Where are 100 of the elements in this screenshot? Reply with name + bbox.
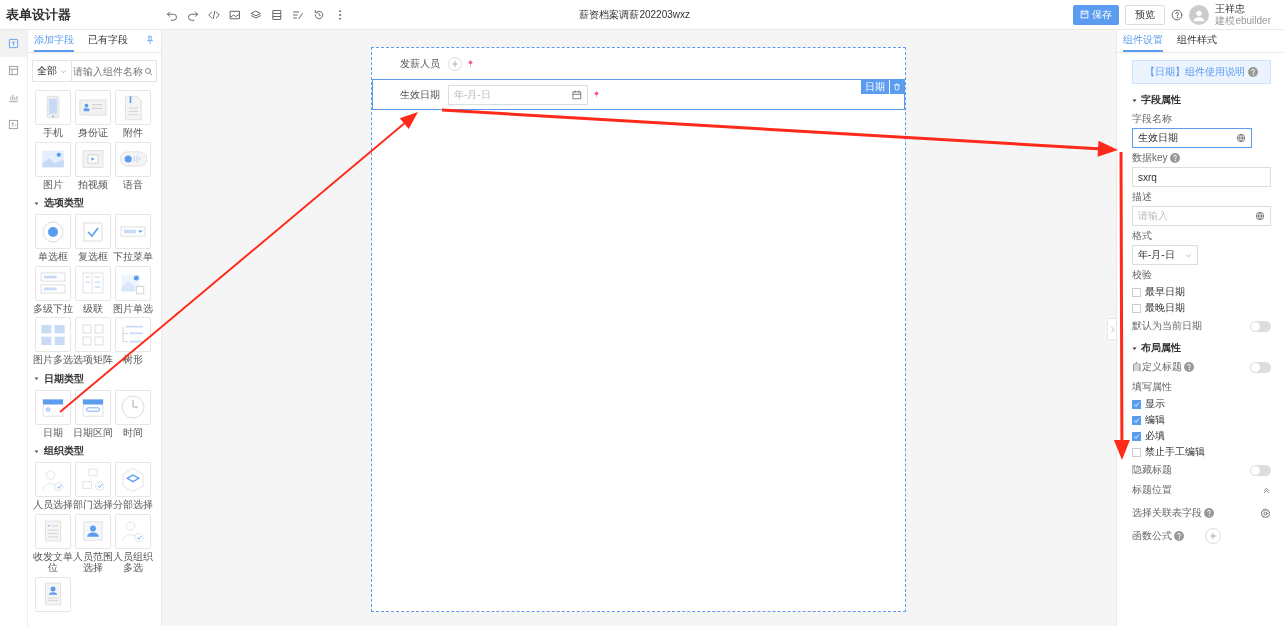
setting-label: 隐藏标题	[1132, 463, 1172, 477]
help-icon[interactable]	[1171, 8, 1184, 21]
collapse-caret-icon[interactable]	[34, 448, 39, 454]
field-tile[interactable]	[115, 141, 151, 177]
field-label: 生效日期	[400, 87, 441, 102]
save-icon[interactable]	[1080, 10, 1090, 19]
checkbox[interactable]	[1132, 303, 1141, 313]
field-tile-label: 下拉菜单	[113, 251, 153, 263]
field-tile-label: 附件	[122, 127, 144, 139]
field-tile[interactable]	[35, 513, 71, 549]
redo-icon[interactable]	[187, 8, 199, 21]
section-title: 布局属性	[1141, 341, 1181, 355]
setting-label: 格式	[1132, 229, 1152, 243]
text-field[interactable]: sxrq	[1132, 167, 1271, 187]
field-tile[interactable]	[115, 513, 151, 549]
collapse-handle[interactable]	[1107, 318, 1116, 340]
chevron-up-icon[interactable]	[1262, 485, 1271, 495]
field-tile[interactable]	[35, 576, 71, 612]
layers-icon[interactable]	[250, 8, 262, 21]
sidebar-tab[interactable]	[0, 30, 27, 57]
text-field[interactable]: 生效日期	[1132, 128, 1252, 148]
field-tile-label: 人员范围选择	[73, 550, 113, 574]
text-icon[interactable]	[8, 119, 19, 130]
collapse-caret-icon[interactable]	[34, 376, 39, 381]
help-icon[interactable]	[1204, 508, 1214, 518]
panel-tab[interactable]: 组件样式	[1177, 30, 1217, 52]
help-icon[interactable]	[1184, 362, 1194, 372]
field-tile[interactable]	[35, 141, 71, 177]
checkbox-icon	[83, 221, 103, 242]
collapse-caret-icon[interactable]	[1132, 345, 1137, 351]
format-select[interactable]: 年-月-日	[1132, 245, 1198, 265]
form-icon[interactable]	[8, 38, 19, 49]
database-icon[interactable]	[271, 8, 283, 21]
field-tile[interactable]	[35, 265, 71, 301]
search-icon[interactable]	[144, 66, 153, 76]
collapse-caret-icon[interactable]	[34, 200, 39, 206]
add-button[interactable]	[1205, 528, 1221, 544]
globe-icon[interactable]	[1236, 133, 1246, 143]
field-tile[interactable]	[75, 462, 111, 497]
field-tile[interactable]	[75, 265, 111, 301]
field-tile[interactable]	[35, 389, 71, 425]
pin-icon[interactable]	[145, 35, 155, 45]
field-tile-label: 收发文单位	[33, 550, 73, 574]
checkbox[interactable]	[1132, 431, 1141, 441]
field-tile[interactable]	[35, 462, 71, 497]
field-tile[interactable]	[35, 214, 71, 249]
avatar[interactable]	[1189, 4, 1210, 25]
caret-icon[interactable]	[60, 67, 67, 75]
user-org: 建模ebuilder	[1215, 14, 1271, 26]
help-icon[interactable]	[1174, 531, 1184, 541]
field-tile[interactable]	[75, 513, 111, 549]
help-icon[interactable]	[1169, 153, 1180, 163]
setting-label: 显示	[1145, 397, 1165, 411]
edit-icon[interactable]	[292, 8, 304, 21]
toggle-switch[interactable]	[1250, 464, 1271, 476]
checkbox[interactable]	[1132, 415, 1141, 425]
layout-icon[interactable]	[8, 65, 19, 76]
setting-label: 最早日期	[1145, 285, 1185, 299]
field-tile[interactable]	[115, 90, 151, 125]
field-tile[interactable]	[115, 462, 151, 497]
image-icon[interactable]	[229, 8, 241, 21]
field-tile[interactable]	[115, 317, 151, 352]
field-tile[interactable]	[35, 317, 71, 352]
collapse-caret-icon[interactable]	[1132, 97, 1137, 103]
checkbox[interactable]	[1132, 399, 1141, 409]
calendar-icon[interactable]	[572, 89, 582, 100]
field-tile[interactable]	[75, 317, 111, 352]
plus-icon[interactable]	[1209, 532, 1217, 540]
code-icon[interactable]	[208, 8, 220, 21]
field-tile[interactable]	[75, 389, 111, 425]
toggle-switch[interactable]	[1250, 361, 1271, 373]
panel-tab[interactable]: 已有字段	[88, 30, 128, 52]
checkbox[interactable]	[1132, 447, 1141, 457]
field-tile[interactable]	[75, 141, 111, 177]
field-tile[interactable]	[115, 389, 151, 425]
field-tile[interactable]	[115, 214, 151, 249]
field-tile-label: 部门选择	[73, 499, 113, 511]
globe-icon[interactable]	[1255, 211, 1265, 221]
setting-label: 标题位置	[1132, 483, 1172, 497]
field-tile-label: 日期区间	[73, 426, 113, 438]
app-title: 表单设计器	[5, 5, 72, 24]
preview-button[interactable]: 预览	[1125, 4, 1166, 25]
settings-icon[interactable]	[1260, 507, 1271, 519]
field-tile[interactable]	[115, 265, 151, 301]
field-tile[interactable]	[75, 90, 111, 125]
caret-icon[interactable]	[1185, 251, 1192, 259]
form-title: 薪资档案调薪202203wxz	[578, 7, 691, 22]
field-tile[interactable]	[35, 90, 71, 125]
checkbox[interactable]	[1132, 287, 1141, 297]
section-title: 字段属性	[1141, 93, 1181, 107]
toggle-switch[interactable]	[1250, 320, 1271, 332]
chevron-right-icon[interactable]	[1109, 325, 1115, 333]
setting-label: 编辑	[1145, 413, 1165, 427]
setting-label: 自定义标题	[1132, 360, 1182, 374]
undo-icon[interactable]	[166, 8, 178, 21]
help-icon[interactable]	[1248, 67, 1258, 77]
form-field-row[interactable]: 发薪人员	[372, 48, 905, 79]
history-icon[interactable]	[313, 8, 325, 21]
field-tile[interactable]	[75, 214, 111, 249]
chart-icon[interactable]	[8, 92, 19, 103]
